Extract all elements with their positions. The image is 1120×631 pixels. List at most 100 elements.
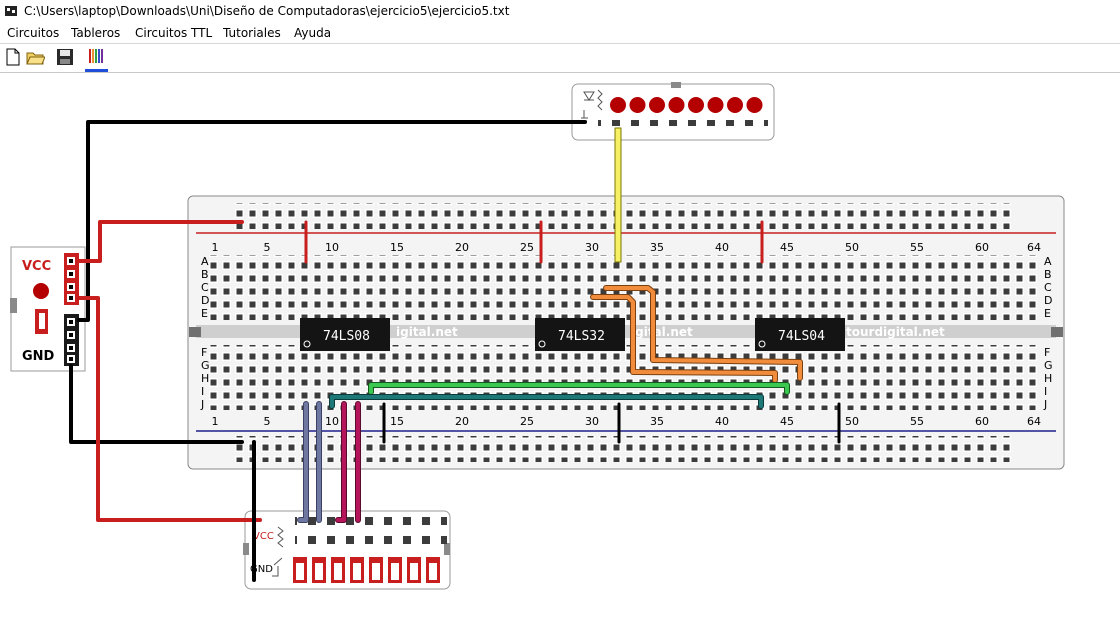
dip-switch[interactable] — [388, 557, 402, 583]
dip-switch[interactable] — [426, 557, 440, 583]
circuit-canvas[interactable]: 1 5 10 15 20 25 30 35 40 45 50 55 60 64 1 5 10 15 20 25 30 3… — [0, 73, 1120, 631]
row-letter: H — [201, 372, 209, 385]
bottom-power-rail-holes[interactable] — [235, 436, 1015, 462]
dip-switch[interactable] — [293, 557, 307, 583]
menu-circuitos[interactable]: Circuitos — [7, 26, 59, 40]
column-number: 5 — [264, 241, 271, 254]
vcc-label: VCC — [22, 259, 51, 274]
row-letter: B — [201, 268, 209, 281]
watermark-1: igital.net — [396, 325, 458, 339]
led-input-holes[interactable] — [598, 120, 768, 132]
switch-board: VCC GND — [243, 510, 451, 590]
title-bar: C:\Users\laptop\Downloads\Uni\Diseño de … — [0, 0, 1120, 24]
dip-switch[interactable] — [312, 557, 326, 583]
led-indicator — [727, 97, 743, 113]
column-number: 40 — [715, 241, 729, 254]
chip-74ls08[interactable]: 74LS08 — [300, 318, 390, 351]
column-number: 45 — [780, 241, 794, 254]
chip-74ls04[interactable]: 74LS04 — [755, 318, 845, 351]
row-letter: B — [1044, 268, 1052, 281]
column-number: 5 — [264, 415, 271, 428]
column-number: 35 — [650, 241, 664, 254]
column-number: 20 — [455, 241, 469, 254]
row-letter: G — [201, 359, 210, 372]
column-number: 30 — [585, 241, 599, 254]
column-number: 64 — [1027, 415, 1041, 428]
dip-switch[interactable] — [331, 557, 345, 583]
led-indicator — [629, 97, 646, 113]
column-number: 10 — [325, 415, 339, 428]
menu-circuitos-ttl[interactable]: Circuitos TTL — [135, 26, 212, 40]
column-number: 30 — [585, 415, 599, 428]
open-folder-icon[interactable] — [25, 47, 45, 67]
led-board — [571, 82, 775, 141]
chip-74ls32[interactable]: 74LS32 — [535, 318, 625, 351]
column-number: 20 — [455, 415, 469, 428]
column-number: 45 — [780, 415, 794, 428]
power-led — [33, 283, 49, 299]
wire-yellow[interactable] — [614, 127, 622, 263]
led-indicator — [707, 97, 724, 113]
watermark-2: igital.net — [631, 325, 693, 339]
menu-ayuda[interactable]: Ayuda — [294, 26, 331, 40]
save-icon[interactable] — [55, 47, 75, 67]
led-indicator — [688, 97, 704, 113]
column-number: 64 — [1027, 241, 1041, 254]
row-letter: I — [1044, 385, 1047, 398]
column-number: 60 — [975, 241, 989, 254]
dip-switch[interactable] — [407, 557, 421, 583]
row-letter: J — [1043, 398, 1047, 411]
row-letter: D — [1044, 294, 1052, 307]
column-number: 35 — [650, 415, 664, 428]
circuit-drawing: 1 5 10 15 20 25 30 35 40 45 50 55 60 64 1 5 10 15 20 25 30 3… — [10, 82, 1065, 590]
row-letter: A — [201, 255, 209, 268]
row-letter: G — [1044, 359, 1053, 372]
row-letter: A — [1044, 255, 1052, 268]
led-indicator — [610, 97, 626, 113]
dip-switch[interactable] — [369, 557, 383, 583]
app-icon — [5, 6, 17, 16]
column-number: 1 — [212, 241, 219, 254]
column-number: 1 — [212, 415, 219, 428]
active-tool-indicator — [85, 69, 108, 72]
row-letter: D — [201, 294, 209, 307]
column-number: 50 — [845, 415, 859, 428]
column-number: 55 — [910, 241, 924, 254]
dip-switch[interactable] — [350, 557, 364, 583]
led-indicator — [668, 97, 685, 113]
top-power-rail-holes[interactable] — [235, 203, 1015, 229]
column-number: 25 — [520, 415, 534, 428]
row-letter: C — [1044, 281, 1052, 294]
chip-74ls04-label: 74LS04 — [778, 329, 825, 344]
wire-colors-icon[interactable] — [86, 47, 106, 67]
column-number: 15 — [390, 415, 404, 428]
new-file-icon[interactable] — [3, 47, 23, 67]
gnd-label: GND — [22, 349, 55, 364]
column-number: 25 — [520, 241, 534, 254]
row-letter: C — [201, 281, 209, 294]
watermark-3: tourdigital.net — [846, 325, 945, 339]
chip-74ls32-label: 74LS32 — [558, 329, 605, 344]
row-letter: F — [1044, 346, 1050, 359]
switch-vcc-label: VCC — [253, 531, 274, 542]
menu-tutoriales[interactable]: Tutoriales — [223, 26, 281, 40]
column-number: 40 — [715, 415, 729, 428]
window-title: C:\Users\laptop\Downloads\Uni\Diseño de … — [24, 4, 510, 18]
led-indicator — [649, 97, 665, 113]
row-letter: J — [200, 398, 204, 411]
row-letter: E — [1044, 307, 1051, 320]
led-indicator — [746, 97, 763, 113]
column-number: 15 — [390, 241, 404, 254]
chip-74ls08-label: 74LS08 — [323, 329, 370, 344]
menu-tableros[interactable]: Tableros — [71, 26, 120, 40]
toolbar — [0, 44, 1120, 73]
row-letter: H — [1044, 372, 1052, 385]
row-letter: I — [201, 385, 204, 398]
column-number: 10 — [325, 241, 339, 254]
column-number: 50 — [845, 241, 859, 254]
column-number: 55 — [910, 415, 924, 428]
column-number: 60 — [975, 415, 989, 428]
menu-bar: Circuitos Tableros Circuitos TTL Tutoria… — [0, 24, 1120, 44]
row-letter: F — [201, 346, 207, 359]
row-letter: E — [201, 307, 208, 320]
